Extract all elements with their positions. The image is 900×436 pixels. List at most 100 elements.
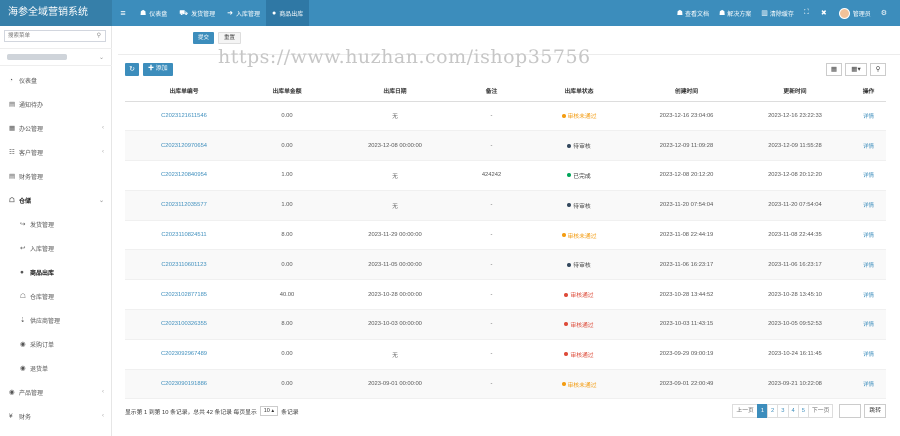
detail-link[interactable]: 详情 — [863, 322, 874, 328]
search-toggle-button[interactable]: ⚲ — [870, 63, 886, 76]
order-no-link[interactable]: C2023112035577 — [161, 202, 207, 208]
cell-remark: - — [459, 369, 524, 400]
sidebar-item[interactable]: ◔ 仪表盘 — [0, 68, 112, 92]
prev-page-button[interactable]: 上一页 — [732, 404, 758, 418]
status-dot-icon — [564, 292, 569, 297]
detail-link[interactable]: 详情 — [863, 144, 874, 150]
status-badge: 审核通过 — [564, 320, 594, 329]
sidebar-item-label: 商品出库 — [30, 270, 55, 277]
sidebar-item[interactable]: ☖ 仓库管理 — [0, 284, 112, 308]
cell-status: 审核通过 — [524, 309, 634, 340]
detail-link[interactable]: 详情 — [863, 293, 874, 299]
sidebar-user-panel[interactable]: ⌄ — [0, 48, 112, 66]
detail-link[interactable]: 详情 — [863, 203, 874, 209]
detail-link[interactable]: 详情 — [863, 173, 874, 179]
status-badge: 已完成 — [567, 171, 591, 180]
user-menu[interactable]: 管理员 — [834, 7, 876, 19]
order-no-link[interactable]: C2023120840954 — [161, 172, 207, 178]
page-jump-button[interactable]: 跳转 — [864, 404, 886, 418]
cell-updated: 2023-12-08 20:12:20 — [739, 160, 851, 191]
detail-link[interactable]: 详情 — [863, 352, 874, 358]
order-no-link[interactable]: C2023110824511 — [161, 232, 206, 238]
sidebar-item[interactable]: ☖ 仓储 ⌄ — [0, 188, 112, 212]
fullscreen-button[interactable]: ⛶ — [799, 9, 816, 17]
cell-updated: 2023-10-05 09:52:53 — [739, 309, 851, 340]
column-header[interactable]: 备注 — [459, 81, 524, 102]
topnav-item[interactable]: ⛟ 发货管理 — [173, 0, 221, 26]
column-header[interactable]: 出库日期 — [331, 81, 459, 102]
sidebar-item-label: 入库管理 — [30, 246, 55, 253]
column-header[interactable]: 操作 — [851, 81, 886, 102]
topnav-item[interactable]: ● 商品出库 — [266, 0, 310, 26]
clear-cache-link[interactable]: ▥ 清除缓存 — [756, 9, 799, 18]
order-no-link[interactable]: C2023100326355 — [161, 321, 207, 327]
gear-icon: ⚙ — [880, 10, 887, 17]
cell-updated: 2023-11-20 07:54:04 — [739, 190, 851, 221]
docs-link[interactable]: ☗ 查看文档 — [672, 9, 714, 18]
column-header[interactable]: 出库单编号 — [125, 81, 243, 102]
order-no-link[interactable]: C2023121611546 — [161, 113, 207, 119]
sidebar-item[interactable]: ⇣ 供应商管理 — [0, 308, 112, 332]
refresh-button[interactable]: ↻ — [125, 63, 139, 76]
app-title[interactable]: 海参全域营销系统 — [0, 0, 112, 26]
menu-toggle-icon[interactable]: ≡ — [112, 8, 134, 18]
sidebar-item[interactable]: ↩ 入库管理 — [0, 236, 112, 260]
page-jump-input[interactable] — [839, 404, 862, 418]
column-header[interactable]: 出库单金额 — [243, 81, 331, 102]
sidebar-item[interactable]: ↪ 发货管理 — [0, 212, 112, 236]
cell-updated: 2023-12-09 11:55:28 — [739, 130, 851, 162]
cell-created: 2023-10-03 11:43:15 — [634, 309, 739, 340]
cell-remark: 424242 — [459, 160, 524, 191]
trash-icon: ▥ — [761, 10, 768, 17]
status-badge: 审核未通过 — [561, 111, 597, 120]
detail-link[interactable]: 详情 — [863, 114, 874, 120]
close-tabs-button[interactable]: ✖ — [816, 9, 834, 17]
submit-button[interactable]: 提交 — [193, 32, 215, 44]
columns-dropdown[interactable]: ▦▾ — [845, 63, 867, 76]
cell-remark: - — [459, 339, 524, 370]
reset-button[interactable]: 重置 — [218, 32, 242, 44]
cell-amount: 8.00 — [243, 220, 331, 251]
sidebar-item-label: 发货管理 — [30, 222, 55, 229]
status-label: 待审核 — [573, 203, 591, 210]
sidebar-item[interactable]: ◉ 采购订单 — [0, 332, 112, 356]
next-page-button[interactable]: 下一页 — [807, 404, 834, 418]
sidebar-item[interactable]: ● 商品出库 — [0, 260, 112, 284]
add-button[interactable]: ✚ 添加 — [143, 63, 173, 76]
sidebar-item[interactable]: ▤ 财务管理 — [0, 164, 112, 188]
cell-date: 无 — [331, 160, 459, 191]
search-icon[interactable]: ⚲ — [97, 32, 101, 39]
column-header[interactable]: 出库单状态 — [524, 81, 634, 102]
detail-link[interactable]: 详情 — [863, 382, 874, 388]
toggle-view-button[interactable]: ▦ — [826, 63, 842, 76]
topnav-item[interactable]: ☗ 仪表盘 — [134, 0, 173, 26]
order-no-link[interactable]: C2023120970654 — [161, 143, 207, 149]
table-row: C2023110824511 8.00 2023-11-29 00:00:00- 审核… — [125, 220, 886, 251]
top-right-menu: ☗ 查看文档 ☗ 解决方案 ▥ 清除缓存 ⛶ ✖ 管理员 ⚙ — [672, 0, 900, 26]
sidebar-item-label: 采购订单 — [30, 342, 55, 349]
column-header[interactable]: 创建时间 — [634, 81, 739, 102]
sidebar-item[interactable]: ◉ 退货单 — [0, 356, 112, 380]
status-dot-icon — [561, 233, 566, 238]
order-no-link[interactable]: C2023092967489 — [161, 351, 207, 357]
sidebar-item-label: 供应商管理 — [30, 318, 61, 325]
order-no-link[interactable]: C2023102877185 — [161, 292, 207, 298]
solutions-link[interactable]: ☗ 解决方案 — [714, 9, 756, 18]
page-size-select[interactable]: 10 ▴ — [259, 406, 279, 416]
cell-date: 无 — [331, 339, 459, 370]
search-input[interactable] — [5, 31, 91, 41]
return-icon: ◉ — [20, 365, 26, 372]
settings-button[interactable]: ⚙ — [876, 9, 894, 17]
sidebar-item[interactable]: ◉ 产品管理 ‹ — [0, 380, 112, 404]
order-no-link[interactable]: C2023110601123 — [161, 262, 206, 268]
sidebar-item[interactable]: ¥ 财务 ‹ — [0, 404, 112, 428]
supplier-icon: ⇣ — [20, 317, 26, 324]
detail-link[interactable]: 详情 — [863, 233, 874, 239]
sidebar-item[interactable]: ▤ 通知待办 — [0, 92, 112, 116]
column-header[interactable]: 更新时间 — [739, 81, 851, 102]
sidebar-item[interactable]: ☷ 客户管理 ‹ — [0, 140, 112, 164]
detail-link[interactable]: 详情 — [863, 263, 874, 269]
sidebar-item[interactable]: ▦ 办公管理 ‹ — [0, 116, 112, 140]
order-no-link[interactable]: C2023090191886 — [161, 381, 207, 387]
topnav-item[interactable]: ➜ 入库管理 — [221, 0, 266, 26]
